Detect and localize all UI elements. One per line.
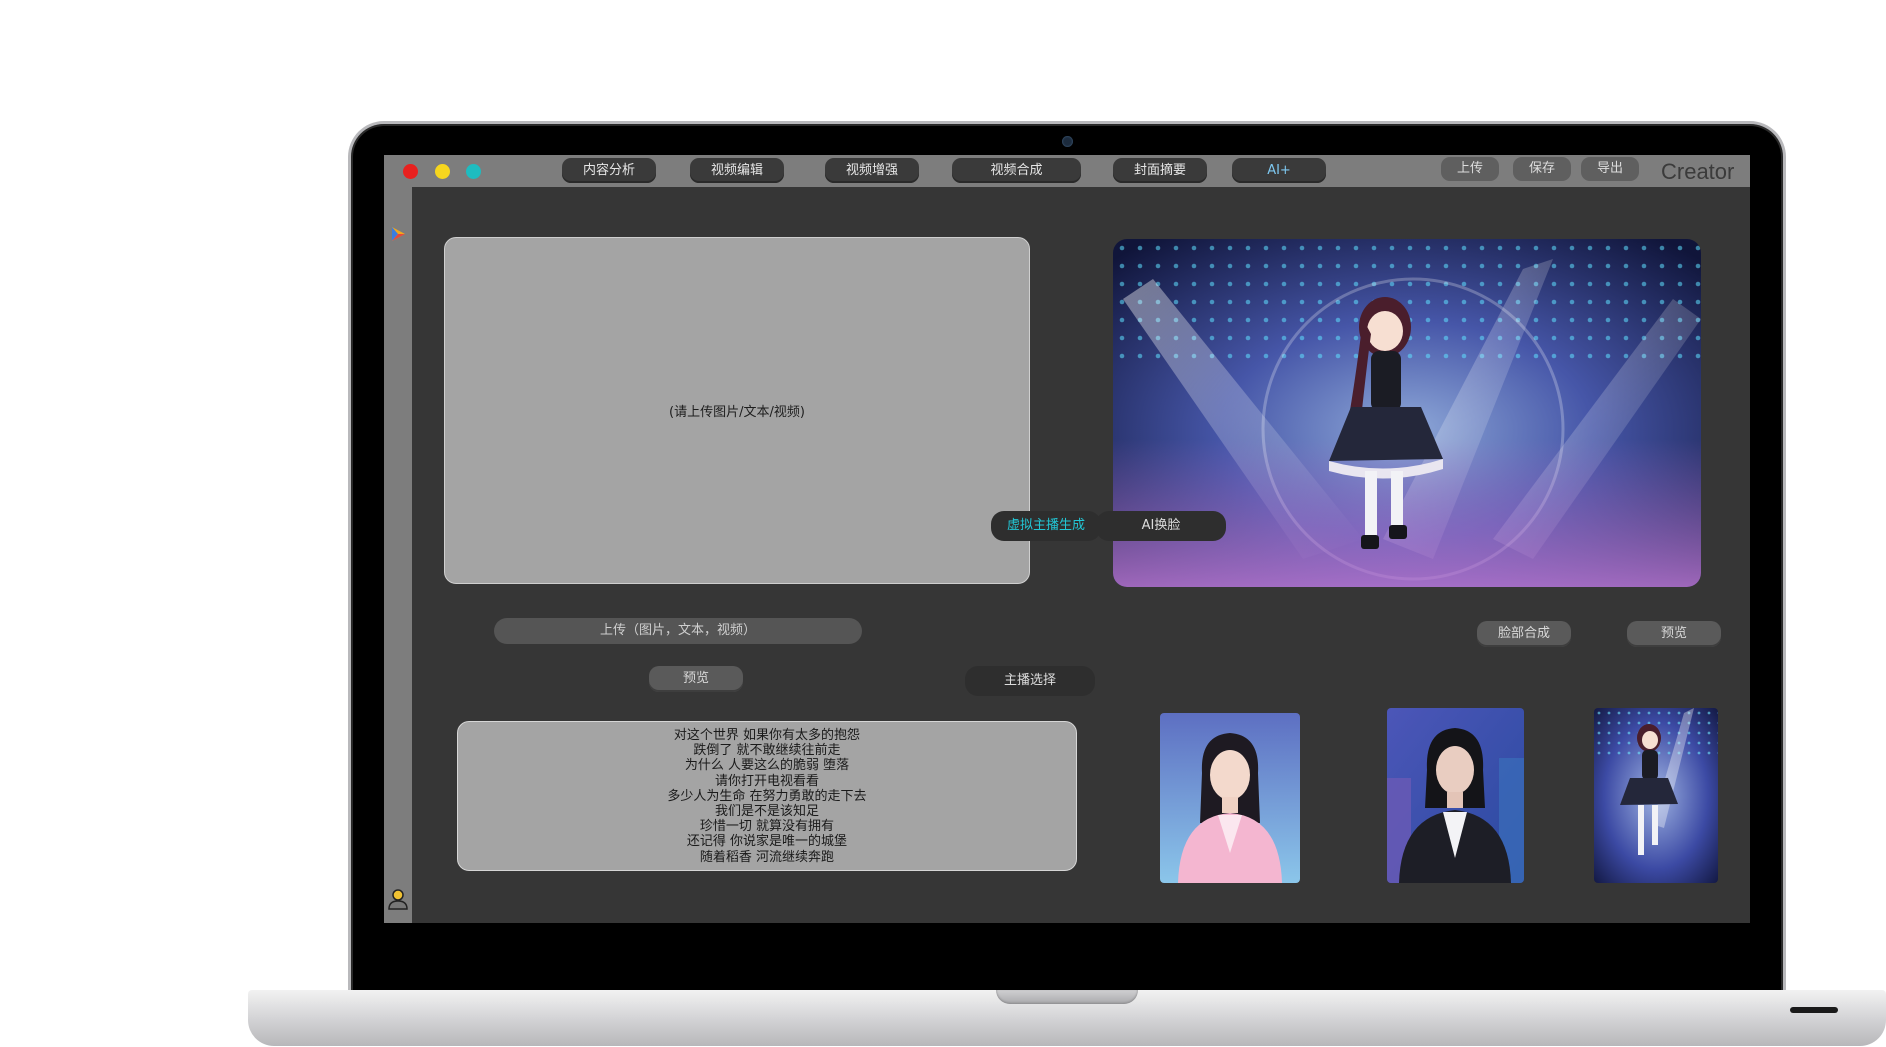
upload-media-button[interactable]: 上传（图片，文本，视频）: [494, 618, 862, 644]
lyric-line: 随着稻香 河流继续奔跑: [699, 849, 835, 865]
lyric-line: 对这个世界 如果你有太多的抱怨: [673, 728, 861, 743]
lyric-line: 请你打开电视看看: [714, 773, 819, 789]
anchor-thumbnail-2[interactable]: [1387, 708, 1524, 883]
tab-ai-plus[interactable]: AI+: [1232, 158, 1326, 183]
preview-button-left[interactable]: 预览: [649, 666, 743, 692]
upload-button[interactable]: 上传: [1441, 157, 1499, 181]
upload-drop-area[interactable]: (请上传图片/文本/视频): [444, 237, 1030, 584]
face-merge-button[interactable]: 脸部合成: [1477, 621, 1571, 647]
tab-content-analysis[interactable]: 内容分析: [562, 158, 656, 183]
lyric-line: 跌倒了 就不敢继续往前走: [693, 743, 841, 759]
play-logo-icon[interactable]: [389, 225, 407, 243]
female-anchor-suit-image: [1387, 708, 1524, 883]
preview-button-right[interactable]: 预览: [1627, 621, 1721, 647]
user-icon[interactable]: [387, 887, 409, 911]
female-anchor-pink-image: [1160, 713, 1300, 883]
lyric-line: 珍惜一切 就算没有拥有: [699, 819, 835, 835]
tab-video-enhance[interactable]: 视频增强: [825, 158, 919, 183]
lyric-line: 多少人为生命 在努力勇敢的走下去: [667, 788, 867, 804]
camera-icon: [1062, 136, 1073, 147]
sidebar: [384, 187, 412, 923]
tab-video-compose[interactable]: 视频合成: [952, 158, 1081, 183]
anchor-select-label[interactable]: 主播选择: [965, 666, 1095, 696]
export-button[interactable]: 导出: [1581, 157, 1639, 181]
tab-video-edit[interactable]: 视频编辑: [690, 158, 784, 183]
lyrics-text-box[interactable]: 对这个世界 如果你有太多的抱怨 跌倒了 就不敢继续往前走 为什么 人要这么的脆弱…: [457, 721, 1077, 871]
close-window-button[interactable]: [403, 164, 418, 179]
anchor-thumbnail-1[interactable]: [1160, 713, 1300, 883]
minimize-window-button[interactable]: [435, 164, 450, 179]
anime-idol-image: [1594, 708, 1718, 883]
upload-placeholder: (请上传图片/文本/视频): [669, 405, 805, 420]
tab-ai-face-swap[interactable]: AI换脸: [1096, 511, 1226, 541]
title-bar: 内容分析 视频编辑 视频增强 视频合成 封面摘要 AI+ 上传 保存 导出 Cr…: [384, 155, 1750, 187]
laptop-notch: [996, 990, 1138, 1004]
zoom-window-button[interactable]: [466, 164, 481, 179]
tab-virtual-anchor[interactable]: 虚拟主播生成: [991, 511, 1101, 541]
lyric-line: 我们是不是该知足: [714, 804, 819, 820]
tab-cover-summary[interactable]: 封面摘要: [1113, 158, 1207, 183]
lyric-line: 还记得 你说家是唯一的城堡: [686, 834, 848, 850]
app-window: 内容分析 视频编辑 视频增强 视频合成 封面摘要 AI+ 上传 保存 导出 Cr…: [384, 155, 1750, 923]
anchor-thumbnail-3[interactable]: [1594, 708, 1718, 883]
app-brand: Creator: [1661, 159, 1735, 184]
save-button[interactable]: 保存: [1513, 157, 1571, 181]
laptop-slot: [1790, 1007, 1838, 1013]
lyric-line: 为什么 人要这么的脆弱 堕落: [684, 758, 850, 774]
